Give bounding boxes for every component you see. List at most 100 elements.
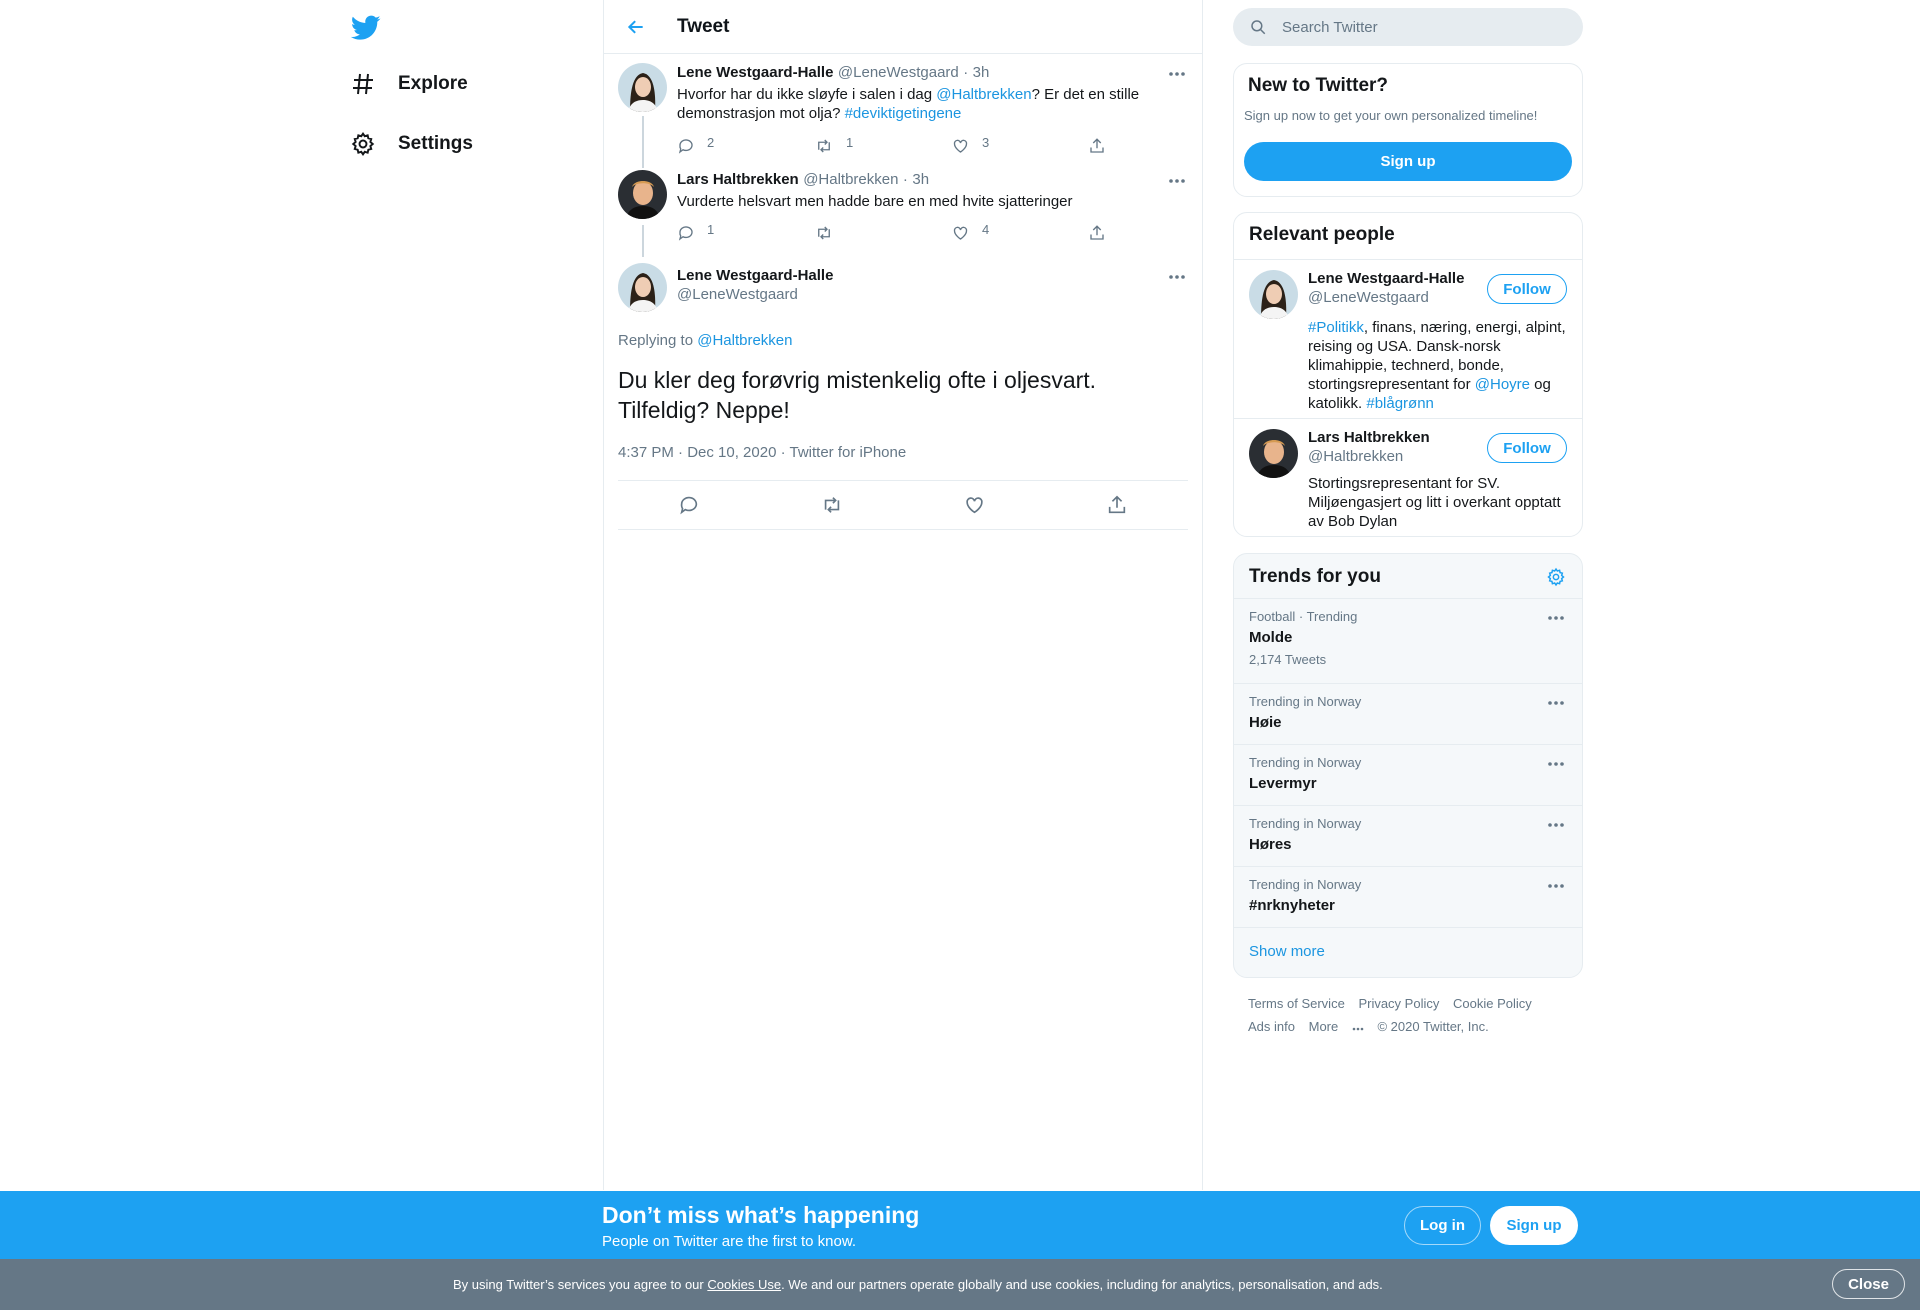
heart-icon (953, 139, 968, 153)
retweet-button[interactable] (814, 224, 951, 242)
retweet-button[interactable] (812, 485, 852, 525)
avatar[interactable] (618, 170, 667, 219)
cookies-use-link[interactable]: Cookies Use (707, 1277, 781, 1292)
signup-button[interactable]: Sign up (1490, 1206, 1578, 1245)
author-handle[interactable]: @LeneWestgaard (838, 64, 959, 81)
share-icon (1090, 225, 1104, 240)
mention-link[interactable]: @Hoyre (1475, 376, 1530, 393)
more-dots-icon (1169, 275, 1185, 279)
author-name[interactable]: Lars Haltbrekken (677, 171, 799, 188)
author-name[interactable]: Lene Westgaard-Halle (677, 64, 833, 81)
trends-settings-button[interactable] (1545, 566, 1567, 588)
card-subtitle: Sign up now to get your own personalized… (1244, 108, 1538, 123)
more-options-button[interactable] (1545, 759, 1567, 769)
login-button[interactable]: Log in (1404, 1206, 1481, 1245)
avatar[interactable] (618, 263, 667, 312)
footer-link-ads[interactable]: Ads info (1248, 1015, 1295, 1038)
nav-settings[interactable]: Settings (348, 119, 473, 169)
follow-button[interactable]: Follow (1487, 433, 1567, 463)
person-item[interactable]: Lene Westgaard-Halle @LeneWestgaard #Pol… (1234, 259, 1582, 418)
search-bar[interactable] (1233, 8, 1583, 46)
tweet-time[interactable]: 3h (973, 64, 990, 81)
gear-icon (348, 129, 378, 159)
more-dots-icon (1169, 179, 1185, 183)
signup-prompt-bar: Don’t miss what’s happening People on Tw… (0, 1191, 1920, 1259)
close-button[interactable]: Close (1832, 1269, 1905, 1299)
cookie-prefix: By using Twitter’s services you agree to… (453, 1277, 708, 1292)
person-item[interactable]: Lars Haltbrekken @Haltbrekken Stortingsr… (1234, 418, 1582, 536)
prompt-title: Don’t miss what’s happening (602, 1202, 920, 1228)
like-button[interactable] (954, 485, 994, 525)
footer-more[interactable]: More (1309, 1015, 1364, 1038)
trend-item[interactable]: Football · Trending Molde 2,174 Tweets (1234, 598, 1582, 683)
footer-link-cookies[interactable]: Cookie Policy (1453, 992, 1532, 1015)
more-options-button[interactable] (1545, 820, 1567, 830)
hashtag-link[interactable]: #Politikk (1308, 319, 1364, 336)
tweet-time[interactable]: 3h (912, 171, 929, 188)
replying-to-link[interactable]: @Haltbrekken (697, 332, 792, 349)
prompt-subtitle: People on Twitter are the first to know. (602, 1233, 857, 1250)
retweet-icon (818, 139, 830, 153)
search-input[interactable] (1282, 18, 1562, 36)
avatar[interactable] (1249, 429, 1298, 478)
mention-link[interactable]: @Haltbrekken (936, 86, 1031, 103)
relevant-people-card: Relevant people Lene Westgaard-Halle @Le… (1233, 212, 1583, 537)
like-button[interactable]: 4 (951, 221, 1088, 242)
avatar[interactable] (1249, 270, 1298, 319)
author-handle[interactable]: @LeneWestgaard (677, 286, 1188, 303)
share-button[interactable] (1088, 224, 1128, 242)
more-options-button[interactable] (1166, 69, 1188, 79)
tweet-text: Hvorfor har du ikke sløyfe i salen i dag… (677, 85, 1188, 123)
back-button[interactable] (616, 7, 656, 47)
nav-explore[interactable]: Explore (348, 59, 468, 109)
more-options-button[interactable] (1545, 613, 1567, 623)
hashtag-link[interactable]: #deviktigetingene (845, 105, 962, 122)
new-to-twitter-card: New to Twitter? Sign up now to get your … (1233, 63, 1583, 197)
footer-link-privacy[interactable]: Privacy Policy (1358, 992, 1439, 1015)
more-options-button[interactable] (1545, 881, 1567, 891)
author-name[interactable]: Lene Westgaard-Halle (677, 267, 1188, 284)
show-more-link[interactable]: Show more (1234, 927, 1582, 975)
more-dots-icon (1548, 762, 1564, 766)
trend-name: Høie (1249, 714, 1282, 731)
share-button[interactable] (1097, 485, 1137, 525)
trend-context: Trending in Norway (1249, 755, 1362, 770)
trend-item[interactable]: Trending in Norway Høres (1234, 805, 1582, 866)
more-options-button[interactable] (1166, 272, 1188, 282)
like-count: 3 (982, 134, 990, 150)
footer-link-terms[interactable]: Terms of Service (1248, 992, 1345, 1015)
follow-button[interactable]: Follow (1487, 274, 1567, 304)
trend-context: Trending in Norway (1249, 816, 1362, 831)
hashtag-link[interactable]: #blågrønn (1366, 395, 1434, 412)
focal-tweet: Lene Westgaard-Halle @LeneWestgaard Repl… (604, 257, 1202, 530)
tweet-timestamp[interactable]: 4:37 PM · Dec 10, 2020 · Twitter for iPh… (618, 444, 1188, 461)
trend-item[interactable]: Trending in Norway Levermyr (1234, 744, 1582, 805)
trend-item[interactable]: Trending in Norway #nrknyheter (1234, 866, 1582, 927)
reply-button[interactable] (669, 485, 709, 525)
reply-icon (680, 496, 698, 515)
trend-context: Trending in Norway (1249, 877, 1362, 892)
reply-button[interactable]: 1 (677, 221, 814, 242)
share-button[interactable] (1088, 137, 1128, 155)
replying-prefix: Replying to (618, 332, 698, 349)
thread-tweet[interactable]: Lars Haltbrekken @Haltbrekken · 3h Vurde… (604, 162, 1202, 257)
cookie-text: By using Twitter’s services you agree to… (453, 1277, 1383, 1292)
more-options-button[interactable] (1545, 698, 1567, 708)
twitter-bird-icon[interactable] (348, 10, 384, 46)
thread-tweet[interactable]: Lene Westgaard-Halle @LeneWestgaard · 3h… (604, 54, 1202, 162)
trend-item[interactable]: Trending in Norway Høie (1234, 683, 1582, 744)
trends-card: Trends for you Football · Trending Molde… (1233, 553, 1583, 978)
like-count: 4 (982, 221, 990, 237)
signup-button[interactable]: Sign up (1244, 142, 1572, 181)
like-button[interactable]: 3 (951, 134, 1088, 155)
retweet-count: 1 (846, 134, 854, 150)
reply-button[interactable]: 2 (677, 135, 814, 155)
author-handle[interactable]: @Haltbrekken (803, 171, 898, 188)
more-options-button[interactable] (1166, 176, 1188, 186)
reply-count: 1 (707, 221, 715, 237)
retweet-button[interactable]: 1 (814, 134, 951, 155)
share-icon (1090, 138, 1104, 153)
trend-context: Football · Trending (1249, 609, 1358, 624)
tweet-text: Vurderte helsvart men hadde bare en med … (677, 193, 1073, 210)
avatar[interactable] (618, 63, 667, 112)
